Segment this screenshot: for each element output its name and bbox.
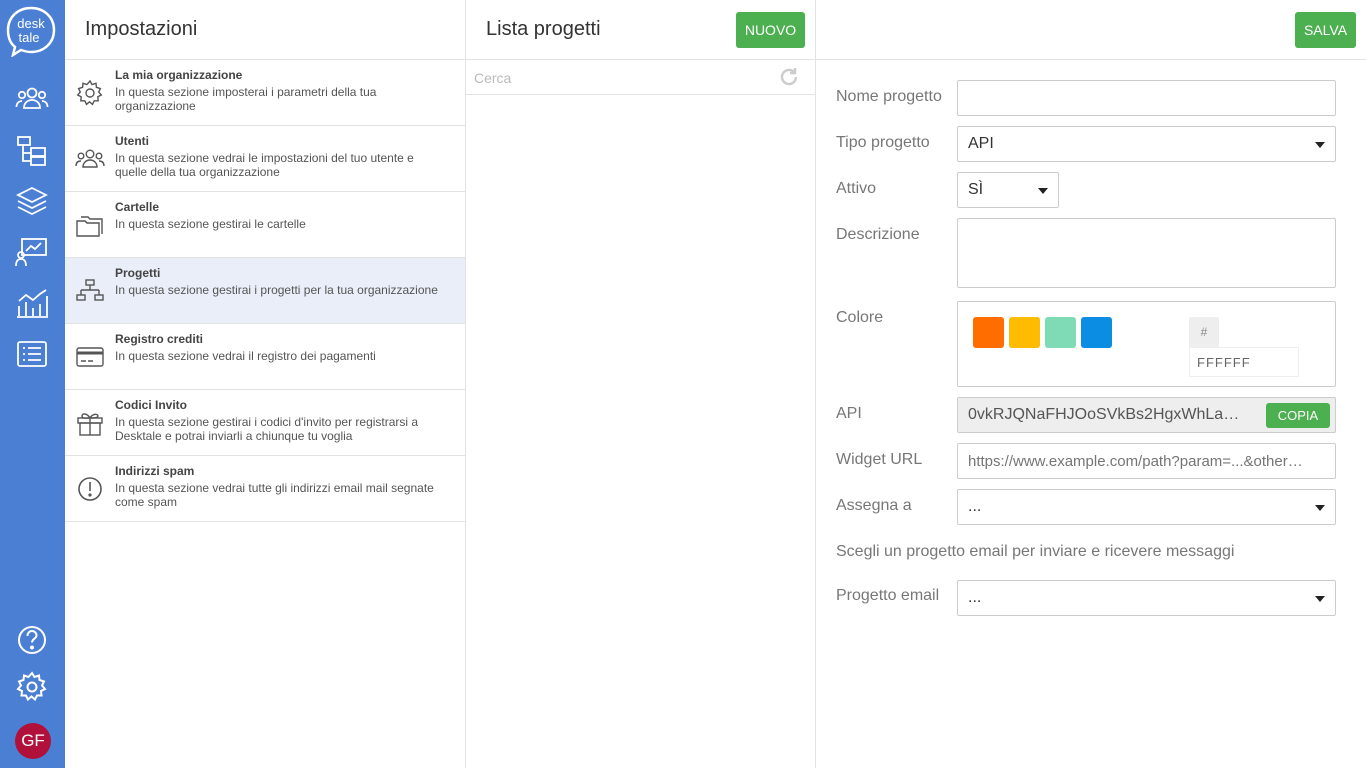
color-swatch-mint[interactable] xyxy=(1045,317,1076,348)
project-form-panel: SALVA Nome progetto Tipo progetto API At… xyxy=(816,0,1366,768)
settings-item-title: Progetti xyxy=(115,266,161,280)
settings-item-desc: In questa sezione gestirai i codici d'in… xyxy=(115,415,419,443)
hash-label: # xyxy=(1189,317,1219,347)
settings-item-invite-codes[interactable]: Codici Invito In questa sezione gestirai… xyxy=(65,390,465,456)
layers-icon[interactable] xyxy=(14,183,50,219)
caret-down-icon xyxy=(1315,596,1325,602)
settings-item-projects[interactable]: Progetti In questa sezione gestirai i pr… xyxy=(65,258,465,324)
color-swatch-yellow[interactable] xyxy=(1009,317,1040,348)
description-textarea[interactable] xyxy=(957,218,1336,288)
active-value: SÌ xyxy=(968,181,984,198)
settings-item-spam[interactable]: Indirizzi spam In questa sezione vedrai … xyxy=(65,456,465,522)
gear-icon xyxy=(73,76,107,110)
user-avatar[interactable]: GF xyxy=(15,723,51,759)
api-key-field: 0vkRJQNaFHJOoSVkBs2HgxWhLa… COPIA xyxy=(957,397,1336,433)
project-type-label: Tipo progetto xyxy=(836,134,930,151)
assign-select[interactable]: ... xyxy=(957,489,1336,525)
settings-item-title: Utenti xyxy=(115,134,149,148)
analytics-icon[interactable] xyxy=(14,285,50,321)
settings-item-organization[interactable]: La mia organizzazione In questa sezione … xyxy=(65,60,465,126)
email-project-hint: Scegli un progetto email per inviare e r… xyxy=(836,543,1235,560)
settings-item-desc: In questa sezione imposterai i parametri… xyxy=(115,85,377,113)
refresh-icon[interactable] xyxy=(778,66,800,88)
project-type-select[interactable]: API xyxy=(957,126,1336,162)
new-project-button[interactable]: NUOVO xyxy=(736,12,805,48)
save-button[interactable]: SALVA xyxy=(1295,12,1356,48)
settings-item-credits[interactable]: Registro crediti In questa sezione vedra… xyxy=(65,324,465,390)
api-key-value: 0vkRJQNaFHJOoSVkBs2HgxWhLa… xyxy=(968,406,1240,423)
email-project-label: Progetto email xyxy=(836,587,940,604)
search-input[interactable] xyxy=(474,68,764,88)
settings-item-title: Codici Invito xyxy=(115,398,187,412)
settings-item-folders[interactable]: Cartelle In questa sezione gestirai le c… xyxy=(65,192,465,258)
settings-item-desc: In questa sezione vedrai le impostazioni… xyxy=(115,151,414,179)
active-select[interactable]: SÌ xyxy=(957,172,1059,208)
copy-button[interactable]: COPIA xyxy=(1266,403,1330,428)
svg-text:desk: desk xyxy=(17,16,45,31)
users-icon xyxy=(73,142,107,176)
settings-item-desc: In questa sezione gestirai i progetti pe… xyxy=(115,283,438,297)
settings-panel: Impostazioni La mia organizzazione In qu… xyxy=(65,0,466,768)
desktale-logo[interactable]: desk tale xyxy=(5,5,57,58)
settings-item-title: Cartelle xyxy=(115,200,160,214)
project-list-title: Lista progetti xyxy=(486,18,601,40)
color-swatch-orange[interactable] xyxy=(973,317,1004,348)
caret-down-icon xyxy=(1038,188,1048,194)
settings-item-desc: In questa sezione gestirai le cartelle xyxy=(115,217,306,231)
alert-circle-icon xyxy=(73,472,107,506)
form-header: SALVA xyxy=(816,0,1366,60)
settings-title: Impostazioni xyxy=(65,0,465,60)
app-sidebar: desk tale GF xyxy=(0,0,65,768)
users-icon[interactable] xyxy=(14,81,50,117)
settings-icon[interactable] xyxy=(14,669,50,705)
project-name-label: Nome progetto xyxy=(836,88,942,105)
svg-text:tale: tale xyxy=(19,30,40,45)
credit-card-icon xyxy=(73,340,107,374)
email-project-select[interactable]: ... xyxy=(957,580,1336,616)
settings-item-desc: In questa sezione vedrai tutte gli indir… xyxy=(115,481,434,509)
presentation-chart-icon[interactable] xyxy=(14,234,50,270)
settings-item-users[interactable]: Utenti In questa sezione vedrai le impos… xyxy=(65,126,465,192)
assign-value: ... xyxy=(968,498,982,515)
active-label: Attivo xyxy=(836,180,877,197)
settings-item-title: La mia organizzazione xyxy=(115,68,243,82)
color-label: Colore xyxy=(836,309,884,326)
settings-item-title: Registro crediti xyxy=(115,332,204,346)
widget-url-label: Widget URL xyxy=(836,451,923,468)
color-swatch-blue[interactable] xyxy=(1081,317,1112,348)
assign-label: Assegna a xyxy=(836,497,912,514)
color-picker: # xyxy=(957,301,1336,387)
project-list-header: Lista progetti NUOVO xyxy=(466,0,815,60)
folders-tree-icon[interactable] xyxy=(14,132,50,168)
gift-icon xyxy=(73,406,107,440)
description-label: Descrizione xyxy=(836,226,920,243)
settings-item-title: Indirizzi spam xyxy=(115,464,195,478)
search-bar xyxy=(466,60,815,95)
folders-icon xyxy=(73,208,107,242)
list-icon[interactable] xyxy=(14,336,50,372)
caret-down-icon xyxy=(1315,142,1325,148)
email-project-value: ... xyxy=(968,589,982,606)
hex-color-input[interactable] xyxy=(1189,347,1299,377)
project-list-panel: Lista progetti NUOVO xyxy=(466,0,816,768)
api-label: API xyxy=(836,405,862,422)
help-icon[interactable] xyxy=(14,622,50,658)
project-type-value: API xyxy=(968,135,994,152)
project-name-input[interactable] xyxy=(957,80,1336,116)
sitemap-icon xyxy=(73,274,107,308)
settings-item-desc: In questa sezione vedrai il registro dei… xyxy=(115,349,376,363)
caret-down-icon xyxy=(1315,505,1325,511)
widget-url-input[interactable] xyxy=(957,443,1336,479)
